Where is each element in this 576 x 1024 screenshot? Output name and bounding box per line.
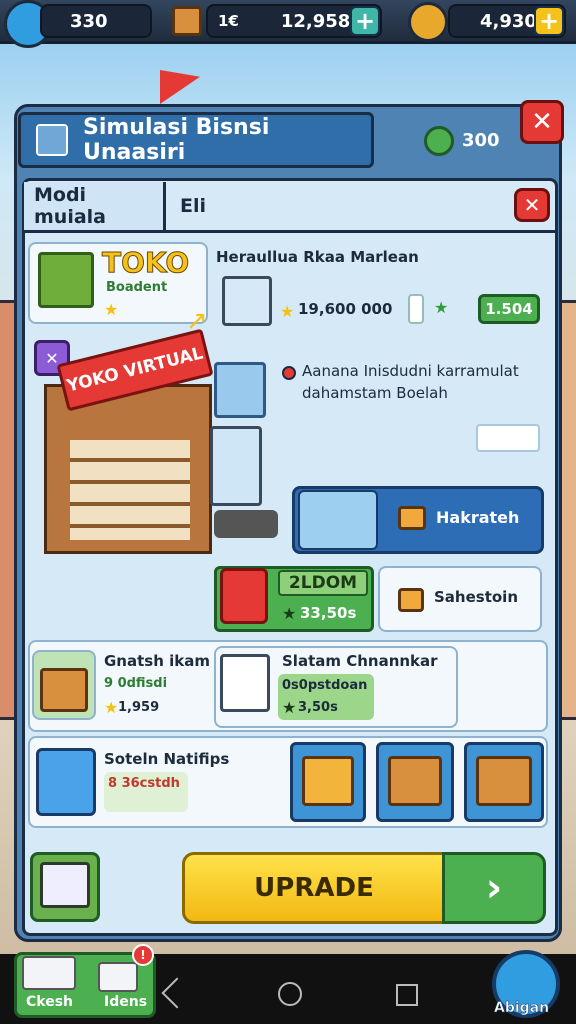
- upgrade-button[interactable]: UPRADE: [182, 852, 446, 924]
- shop-shelves: [70, 440, 190, 540]
- shopping-cart-icon: [222, 276, 272, 326]
- resource-3-value: 4,930: [480, 10, 537, 32]
- cash-register-icon: [38, 252, 94, 308]
- item-1-name: Gnatsh ikam: [104, 652, 210, 670]
- tab-divider: [22, 230, 558, 233]
- bottom-tab-cash[interactable]: Ckesh: [26, 994, 73, 1010]
- star-icon: ★: [280, 302, 295, 321]
- resource-1-value: 330: [70, 10, 108, 32]
- shop-logo-sub: Boadent: [106, 280, 168, 295]
- star-icon: ★: [104, 300, 119, 319]
- close-window-button[interactable]: ✕: [520, 100, 564, 144]
- cart-value-badge: 1.504: [478, 294, 540, 324]
- info-field[interactable]: [476, 424, 540, 452]
- fridge-icon[interactable]: [36, 748, 96, 816]
- building-icon: [36, 124, 68, 156]
- star-icon: ★: [282, 698, 297, 717]
- feature-button-label: Hakrateh: [436, 508, 520, 527]
- cart-icon: [40, 862, 90, 908]
- tab-eli[interactable]: Eli: [180, 182, 240, 230]
- window-coins: 300: [462, 130, 500, 151]
- resource-2-icon-label: 1€: [218, 12, 239, 30]
- box-icon: [388, 756, 442, 806]
- item-1-cost: 1,959: [118, 700, 160, 715]
- item-2-cost: 3,50s: [298, 700, 338, 715]
- tab-modi-muiala[interactable]: Modi muiala: [24, 182, 166, 230]
- window-title: Simulasi Bisnsi Unaasiri: [83, 115, 270, 165]
- description-line-1: Aanana Inisdudni karramulat: [302, 362, 519, 380]
- secondary-button-label: Sahestoin: [434, 588, 519, 606]
- notification-badge: !: [132, 944, 154, 966]
- close-tab-button[interactable]: ✕: [514, 188, 550, 222]
- gold-coin-icon: [408, 2, 448, 42]
- item-1-sub: 9 0dfisdi: [104, 676, 168, 691]
- upgrade-arrow-button[interactable]: ›: [442, 852, 546, 924]
- resource-pill-1: 330: [40, 4, 152, 38]
- item-3-name: Soteln Natifips: [104, 750, 230, 768]
- green-coin-icon: [424, 126, 454, 156]
- star-icon: ★: [434, 298, 449, 317]
- money-box-icon: [40, 668, 88, 712]
- bottom-tab-items[interactable]: Idens: [104, 994, 147, 1010]
- upgrade-option-label: 2LDOM: [278, 570, 368, 596]
- toilet-icon: [298, 490, 378, 550]
- item-3-sub: 8 36cstdh: [108, 776, 180, 791]
- upgrade-option-cost: 33,50s: [300, 604, 357, 622]
- cart-price: 19,600 000: [298, 300, 393, 318]
- crate-icon: [172, 6, 202, 36]
- add-resource-3-button[interactable]: +: [534, 6, 564, 36]
- item-2-name: Slatam Chnannkar: [282, 652, 438, 670]
- window-title-bar: Simulasi Bisnsi Unaasiri: [18, 112, 374, 168]
- home-nav-icon[interactable]: [278, 982, 302, 1006]
- star-icon: ★: [104, 698, 119, 717]
- bag-icon: [302, 756, 354, 806]
- description-line-2: dahamstam Boelah: [302, 384, 448, 402]
- items-icon[interactable]: [98, 962, 138, 992]
- box-icon: [476, 756, 532, 806]
- cash-icon[interactable]: [22, 956, 76, 990]
- shop-logo: TOKO: [101, 246, 190, 280]
- add-resource-2-button[interactable]: +: [350, 6, 380, 36]
- cart-title: Heraullua Rkaa Marlean: [216, 248, 419, 266]
- sign-board-icon: [220, 654, 270, 712]
- bag-icon: [398, 588, 424, 612]
- dolly-icon: [214, 510, 278, 538]
- arrow-icon: ↗: [186, 306, 208, 336]
- phone-icon: [214, 362, 266, 418]
- star-icon: ★: [282, 604, 297, 623]
- settings-label[interactable]: Abigan: [494, 1000, 550, 1017]
- door-icon: [210, 426, 262, 506]
- resource-2-value: 12,958: [280, 10, 351, 32]
- recents-nav-icon[interactable]: [396, 984, 418, 1006]
- toggle-handle[interactable]: [408, 294, 424, 324]
- fire-extinguisher-icon: [220, 568, 268, 624]
- alert-dot-icon: [282, 366, 296, 380]
- item-2-sub: 0s0pstdoan: [282, 678, 368, 693]
- lamp-icon: [398, 506, 426, 530]
